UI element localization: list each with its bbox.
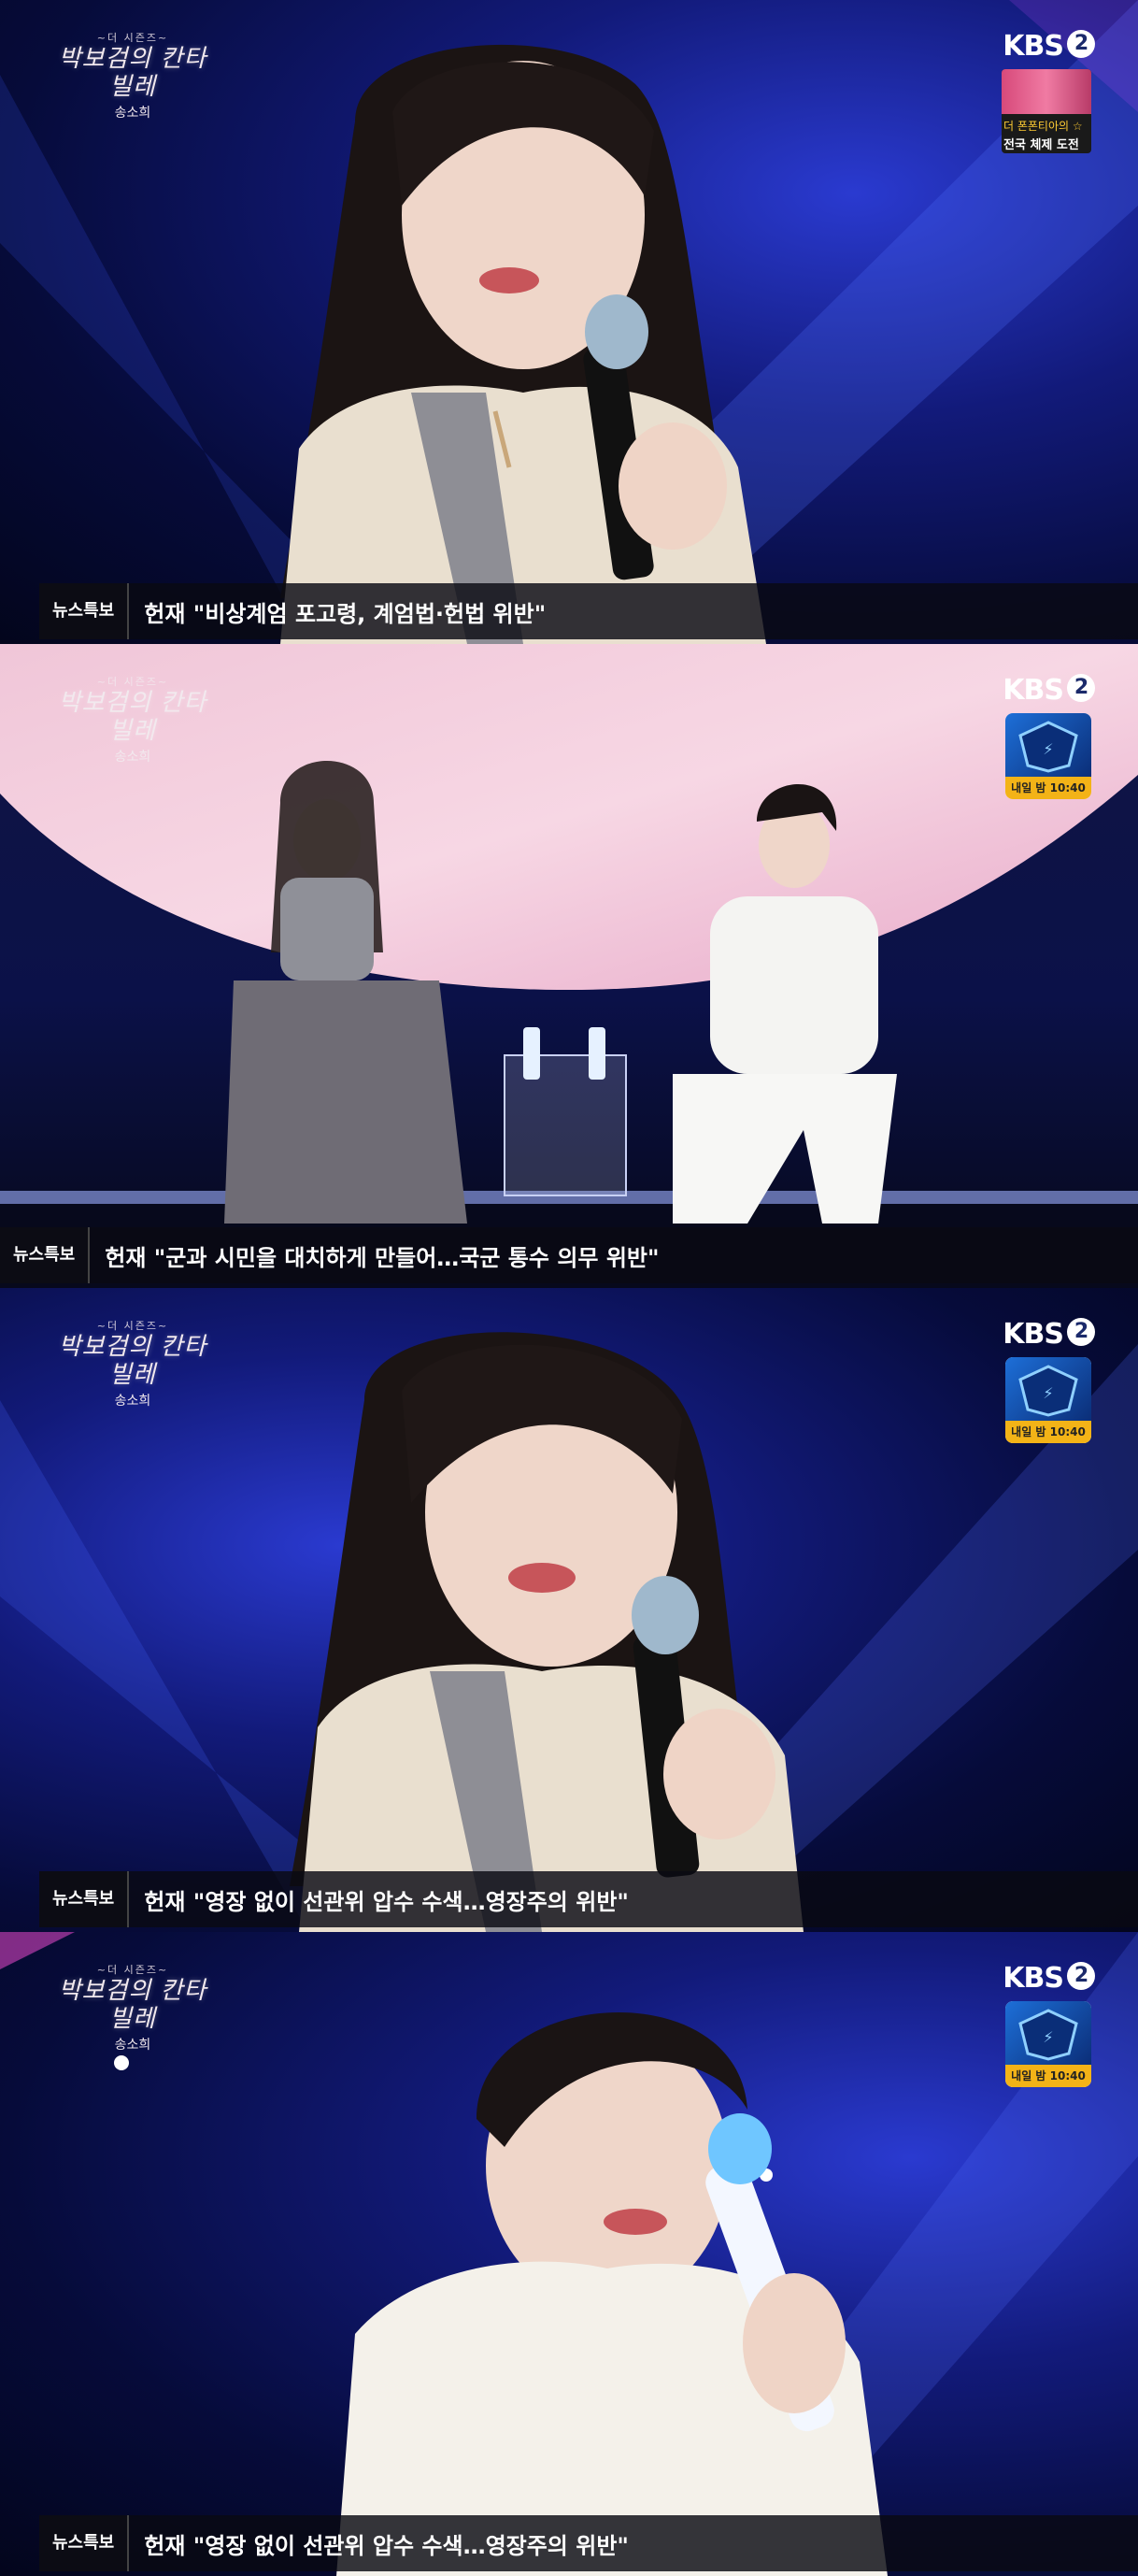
show-logo: ~더 시즌즈~ 박보검의 칸타빌레 송소희	[49, 674, 217, 766]
news-tag: 뉴스특보	[0, 1227, 91, 1283]
show-logo-title: 박보검의 칸타빌레	[58, 1977, 207, 2033]
show-logo-title: 박보검의 칸타빌레	[58, 689, 207, 745]
promo-emblem-icon: ⚡	[1018, 721, 1078, 773]
news-ticker: 뉴스특보 헌재 "군과 시민을 대치하게 만들어…국군 통수 의무 위반"	[0, 1227, 1138, 1283]
show-logo: ~더 시즌즈~ 박보검의 칸타빌레 송소희	[49, 30, 217, 122]
show-logo-subtitle: ~더 시즌즈~	[96, 1320, 169, 1332]
promo-emblem-icon: ⚡	[1018, 1365, 1078, 1417]
guest-name: 송소희	[114, 1394, 151, 1409]
show-logo-title: 박보검의 칸타빌레	[58, 45, 207, 101]
kbs2-logo-icon: KBS 2	[1003, 30, 1095, 63]
show-logo-subtitle: ~더 시즌즈~	[96, 32, 169, 44]
news-headline: 헌재 "영장 없이 선관위 압수 수색…영장주의 위반"	[144, 1888, 629, 1915]
promo-thumbnail-icon: 더 폰폰티아의 ☆ 전국 체제 도전	[1002, 69, 1091, 153]
news-ticker: 뉴스특보 헌재 "비상계엄 포고령, 계엄법·헌법 위반"	[39, 583, 1138, 639]
promo-thumbnail-icon: ⚡ 내일 밤 10:40	[1005, 713, 1091, 799]
news-tag: 뉴스특보	[39, 2515, 130, 2571]
promo-schedule: 내일 밤 10:40	[1005, 1421, 1091, 1443]
news-ticker: 뉴스특보 헌재 "영장 없이 선관위 압수 수색…영장주의 위반"	[39, 1871, 1138, 1927]
news-headline: 헌재 "군과 시민을 대치하게 만들어…국군 통수 의무 위반"	[105, 1244, 660, 1271]
svg-text:⚡: ⚡	[1043, 1384, 1053, 1402]
news-ticker: 뉴스특보 헌재 "영장 없이 선관위 압수 수색…영장주의 위반"	[39, 2515, 1138, 2571]
broadcast-frame-3: ~더 시즌즈~ 박보검의 칸타빌레 송소희 KBS 2 ⚡ 내일 밤 10:40 …	[0, 1288, 1138, 1932]
news-tag: 뉴스특보	[39, 583, 130, 639]
promo-schedule: 내일 밤 10:40	[1005, 2065, 1091, 2087]
kbs-logo-text: KBS	[1003, 30, 1064, 63]
guest-name: 송소희	[114, 106, 151, 121]
broadcast-frame-1: ~더 시즌즈~ 박보검의 칸타빌레 송소희 KBS 2 더 폰폰티아의 ☆ 전국 …	[0, 0, 1138, 644]
news-tag: 뉴스특보	[39, 1871, 130, 1927]
guest-name: 송소희	[114, 750, 151, 765]
promo-image: ⚡	[1005, 713, 1091, 777]
news-headline: 헌재 "비상계엄 포고령, 계엄법·헌법 위반"	[144, 600, 547, 627]
promo-line-1: 더 폰폰티아의 ☆	[1003, 120, 1083, 133]
kbs-logo-text: KBS	[1003, 674, 1064, 707]
promo-image	[1002, 69, 1091, 114]
broadcast-frame-2: ~더 시즌즈~ 박보검의 칸타빌레 송소희 KBS 2 ⚡ 내일 밤 10:40 …	[0, 644, 1138, 1288]
kbs2-logo-icon: KBS 2	[1003, 1318, 1095, 1351]
kbs2-logo-icon: KBS 2	[1003, 674, 1095, 707]
kbs-logo-text: KBS	[1003, 1962, 1064, 1995]
kbs-logo-number: 2	[1067, 1318, 1095, 1346]
show-logo-subtitle: ~더 시즌즈~	[96, 676, 169, 688]
show-logo: ~더 시즌즈~ 박보검의 칸타빌레 송소희	[49, 1962, 217, 2054]
show-logo-subtitle: ~더 시즌즈~	[96, 1964, 169, 1976]
promo-thumbnail-icon: ⚡ 내일 밤 10:40	[1005, 2001, 1091, 2087]
promo-thumbnail-icon: ⚡ 내일 밤 10:40	[1005, 1357, 1091, 1443]
kbs-logo-text: KBS	[1003, 1318, 1064, 1351]
kbs-logo-number: 2	[1067, 1962, 1095, 1990]
svg-text:⚡: ⚡	[1043, 2028, 1053, 2046]
guest-name: 송소희	[114, 2038, 151, 2053]
show-logo-title: 박보검의 칸타빌레	[58, 1333, 207, 1389]
promo-emblem-icon: ⚡	[1018, 2009, 1078, 2061]
promo-image: ⚡	[1005, 1357, 1091, 1421]
broadcast-frame-4: ~더 시즌즈~ 박보검의 칸타빌레 송소희 KBS 2 ⚡ 내일 밤 10:40 …	[0, 1932, 1138, 2576]
kbs-logo-number: 2	[1067, 674, 1095, 702]
kbs-logo-number: 2	[1067, 30, 1095, 58]
promo-image: ⚡	[1005, 2001, 1091, 2065]
promo-schedule: 내일 밤 10:40	[1005, 777, 1091, 799]
kbs2-logo-icon: KBS 2	[1003, 1962, 1095, 1995]
news-headline: 헌재 "영장 없이 선관위 압수 수색…영장주의 위반"	[144, 2532, 629, 2559]
svg-text:⚡: ⚡	[1043, 740, 1053, 758]
show-logo: ~더 시즌즈~ 박보검의 칸타빌레 송소희	[49, 1318, 217, 1410]
promo-line-2: 전국 체제 도전	[1003, 138, 1079, 152]
